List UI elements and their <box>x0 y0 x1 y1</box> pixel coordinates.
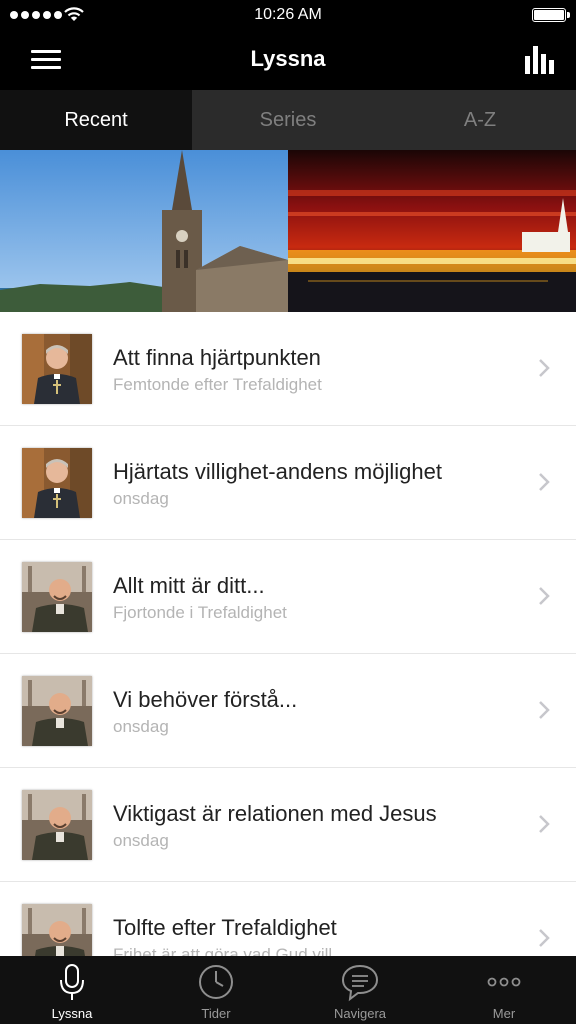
sermon-title: Viktigast är relationen med Jesus <box>113 801 437 826</box>
list-item[interactable]: Tolfte efter Trefaldighet Frihet är att … <box>0 882 576 956</box>
speaker-thumbnail <box>22 448 92 518</box>
header-banner <box>0 150 576 312</box>
page-title: Lyssna <box>250 46 326 71</box>
church-tower-image <box>0 150 288 312</box>
sermon-subtitle: Frihet är att göra vad Gud vill <box>113 945 333 956</box>
tab-recent[interactable]: Recent <box>0 90 192 150</box>
battery-icon <box>532 8 570 22</box>
sermon-title: Att finna hjärtpunkten <box>113 345 321 370</box>
chevron-right-icon <box>539 929 550 947</box>
speech-bubble-icon <box>341 964 379 1002</box>
bottom-tab-bar: Lyssna Tider Navigera Mer <box>0 956 576 1024</box>
list-item[interactable]: Hjärtats villighet-andens möjlighet onsd… <box>0 426 576 540</box>
city-night-image <box>288 150 576 312</box>
list-item[interactable]: Att finna hjärtpunkten Femtonde efter Tr… <box>0 312 576 426</box>
tab-series[interactable]: Series <box>192 90 384 150</box>
speaker-thumbnail <box>22 790 92 860</box>
speaker-thumbnail <box>22 676 92 746</box>
chevron-right-icon <box>539 473 550 491</box>
sermon-title: Vi behöver förstå... <box>113 687 298 712</box>
list-item[interactable]: Viktigast är relationen med Jesus onsdag <box>0 768 576 882</box>
sermon-title: Allt mitt är ditt... <box>113 573 265 598</box>
sermon-title: Hjärtats villighet-andens möjlighet <box>113 459 442 484</box>
tab-lyssna[interactable]: Lyssna <box>0 956 144 1024</box>
sermon-subtitle: onsdag <box>113 489 169 508</box>
tab-mer[interactable]: Mer <box>432 956 576 1024</box>
tab-tider[interactable]: Tider <box>144 956 288 1024</box>
status-bar: 10:26 AM <box>0 0 576 30</box>
chevron-right-icon <box>539 359 550 377</box>
chevron-right-icon <box>539 701 550 719</box>
list-item[interactable]: Vi behöver förstå... onsdag <box>0 654 576 768</box>
sermon-title: Tolfte efter Trefaldighet <box>113 915 337 940</box>
tab-navigera[interactable]: Navigera <box>288 956 432 1024</box>
microphone-icon <box>60 964 84 1000</box>
list-item[interactable]: Allt mitt är ditt... Fjortonde i Trefald… <box>0 540 576 654</box>
chevron-right-icon <box>539 587 550 605</box>
clock-icon <box>199 965 233 999</box>
chevron-right-icon <box>539 815 550 833</box>
status-time: 10:26 AM <box>254 6 322 23</box>
speaker-thumbnail <box>22 334 92 404</box>
tab-label: Tider <box>201 1006 231 1021</box>
speaker-thumbnail <box>22 562 92 632</box>
tab-label: Lyssna <box>51 1006 93 1021</box>
tab-a-z[interactable]: A-Z <box>384 90 576 150</box>
sermon-subtitle: Fjortonde i Trefaldighet <box>113 603 287 622</box>
sermon-subtitle: onsdag <box>113 831 169 850</box>
tab-label: Mer <box>492 1006 516 1021</box>
navigation-bar: Lyssna <box>0 30 576 90</box>
sermon-subtitle: onsdag <box>113 717 169 736</box>
sermon-subtitle: Femtonde efter Trefaldighet <box>113 375 322 394</box>
sermon-list: Att finna hjärtpunkten Femtonde efter Tr… <box>0 312 576 956</box>
segment-tabs: Recent Series A-Z <box>0 90 576 150</box>
more-dots-icon <box>487 977 521 987</box>
tab-label: Navigera <box>333 1006 387 1021</box>
speaker-thumbnail <box>22 904 92 956</box>
bar-chart-icon[interactable] <box>524 44 556 76</box>
